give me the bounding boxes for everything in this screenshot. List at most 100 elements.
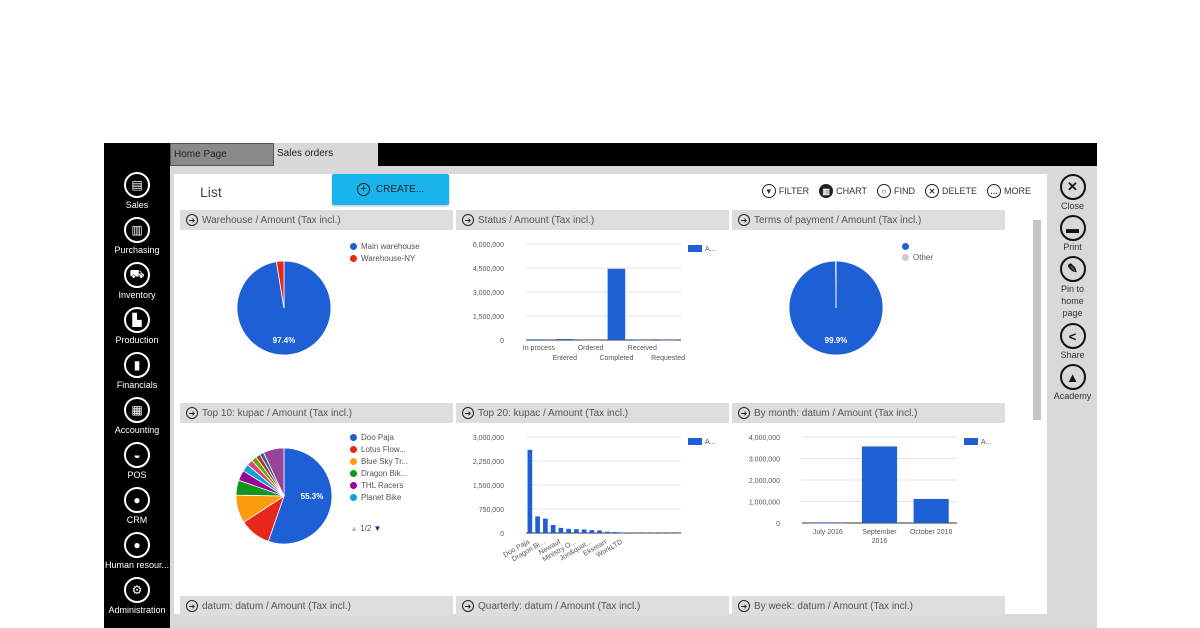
legend-item[interactable]: Lotus Flow...: [350, 445, 420, 454]
bar[interactable]: [550, 525, 556, 533]
panel-header[interactable]: ➔ Quarterly: datum / Amount (Tax incl.): [456, 596, 729, 616]
sidebar-item-inventory[interactable]: ⛟ Inventory: [104, 262, 170, 300]
bar[interactable]: [674, 532, 680, 534]
legend-label: Lotus Flow...: [361, 445, 406, 454]
legend-item[interactable]: Blue Sky Tr...: [350, 457, 420, 466]
arrow-right-icon[interactable]: ➔: [186, 407, 198, 419]
slice-label: 99.9%: [825, 336, 848, 345]
sidebar-item-label: Sales: [125, 200, 149, 210]
panel-header[interactable]: ➔ By week: datum / Amount (Tax incl.): [732, 596, 1005, 616]
panel-header[interactable]: ➔ datum: datum / Amount (Tax incl.): [180, 596, 453, 616]
legend-pager[interactable]: ▲ 1/2 ▼: [350, 524, 420, 533]
bar[interactable]: [530, 339, 548, 340]
bar[interactable]: [527, 449, 533, 533]
bar[interactable]: [651, 532, 657, 534]
scrollbar-thumb[interactable]: [1033, 220, 1041, 420]
y-tick-label: 1,500,000: [473, 314, 504, 321]
panel-header[interactable]: ➔ Top 20: kupac / Amount (Tax incl.): [456, 403, 729, 423]
close-button[interactable]: ✕ Close: [1048, 174, 1097, 211]
arrow-right-icon[interactable]: ➔: [738, 407, 750, 419]
bar[interactable]: [913, 498, 949, 523]
legend-item[interactable]: Main warehouse: [350, 242, 420, 251]
arrow-right-icon[interactable]: ➔: [462, 214, 474, 226]
bar[interactable]: [574, 529, 579, 533]
sidebar-item-pos[interactable]: ◒ POS: [104, 442, 170, 480]
arrow-right-icon[interactable]: ➔: [738, 214, 750, 226]
legend-item[interactable]: Other: [902, 253, 972, 262]
create-label: CREATE...: [375, 184, 425, 195]
panel-header[interactable]: ➔ By month: datum / Amount (Tax incl.): [732, 403, 1005, 423]
bar[interactable]: [659, 532, 664, 534]
legend-item[interactable]: Warehouse-NY: [350, 254, 420, 263]
legend-swatch: [350, 446, 357, 453]
x-tick-label: September: [862, 529, 897, 536]
panel-header[interactable]: ➔ Terms of payment / Amount (Tax incl.): [732, 210, 1005, 230]
bar[interactable]: [810, 523, 846, 524]
panel-header[interactable]: ➔ Status / Amount (Tax incl.): [456, 210, 729, 230]
bar[interactable]: [543, 518, 548, 533]
bar[interactable]: [607, 268, 626, 340]
sidebar-item-financials[interactable]: ▮ Financials: [104, 352, 170, 390]
legend-swatch: [350, 458, 357, 465]
sidebar-item-administration[interactable]: ⚙ Administration: [104, 577, 170, 615]
legend-item[interactable]: Planet Bike: [350, 493, 420, 502]
panel-title: Quarterly: datum / Amount (Tax incl.): [478, 600, 641, 612]
legend-item[interactable]: [902, 242, 972, 250]
legend-item[interactable]: Doo Paja: [350, 433, 420, 442]
chart-button[interactable]: ▥ CHART: [819, 184, 867, 198]
bar[interactable]: [861, 446, 898, 523]
tab-home-page[interactable]: Home Page: [170, 143, 274, 166]
sidebar-item-sales[interactable]: ▤ Sales: [104, 172, 170, 210]
bar[interactable]: [612, 532, 618, 533]
arrow-right-icon[interactable]: ➔: [462, 407, 474, 419]
arrow-right-icon[interactable]: ➔: [186, 600, 198, 612]
print-button[interactable]: ▬ Print: [1048, 215, 1097, 252]
human-resources-icon: ●: [124, 532, 150, 558]
sidebar-item-purchasing[interactable]: ▥ Purchasing: [104, 217, 170, 255]
bar[interactable]: [605, 531, 610, 533]
pin-button[interactable]: ✎ Pin to home page: [1048, 256, 1097, 319]
bar[interactable]: [589, 530, 595, 533]
arrow-right-icon[interactable]: ➔: [462, 600, 474, 612]
sidebar-item-crm[interactable]: ● CRM: [104, 487, 170, 525]
x-tick-label: Entered: [552, 355, 577, 362]
share-button[interactable]: < Share: [1048, 323, 1097, 360]
main-content: List + CREATE... ▼ FILTER ▥ CHART ○ FIND ✕ DELE…: [174, 174, 1047, 616]
panel-header[interactable]: ➔ Warehouse / Amount (Tax incl.): [180, 210, 453, 230]
legend-label: Other: [913, 253, 934, 262]
bar[interactable]: [659, 340, 677, 341]
panel-header[interactable]: ➔ Top 10: kupac / Amount (Tax incl.): [180, 403, 453, 423]
scrollbar[interactable]: [1032, 210, 1042, 610]
academy-button[interactable]: ▲ Academy: [1048, 364, 1097, 401]
bar[interactable]: [633, 340, 652, 341]
bar[interactable]: [667, 532, 672, 534]
bar[interactable]: [558, 527, 564, 533]
more-button[interactable]: … MORE: [987, 184, 1031, 198]
bar[interactable]: [581, 340, 600, 341]
bar[interactable]: [535, 516, 540, 533]
sidebar-item-human-resour[interactable]: ● Human resour...: [104, 532, 170, 570]
bar[interactable]: [581, 529, 587, 533]
sidebar-item-accounting[interactable]: ▦ Accounting: [104, 397, 170, 435]
tab-sales-orders[interactable]: Sales orders: [274, 143, 378, 166]
bar[interactable]: [643, 532, 649, 534]
bar[interactable]: [555, 339, 574, 340]
arrow-right-icon[interactable]: ➔: [738, 600, 750, 612]
sidebar: ▤ Sales ▥ Purchasing ⛟ Inventory ▙ Production ▮ F…: [104, 166, 170, 628]
filter-button[interactable]: ▼ FILTER: [761, 184, 809, 198]
bar[interactable]: [636, 532, 641, 534]
legend-item[interactable]: THL Racers: [350, 481, 420, 490]
bar[interactable]: [628, 532, 633, 534]
delete-button[interactable]: ✕ DELETE: [924, 184, 977, 198]
bar[interactable]: [620, 532, 626, 534]
find-button[interactable]: ○ FIND: [876, 184, 915, 198]
sidebar-item-production[interactable]: ▙ Production: [104, 307, 170, 345]
y-tick-label: 3,000,000: [473, 435, 504, 442]
arrow-right-icon[interactable]: ➔: [186, 214, 198, 226]
bar[interactable]: [566, 528, 571, 533]
create-button[interactable]: + CREATE...: [332, 174, 449, 205]
legend-swatch: [350, 470, 357, 477]
bar[interactable]: [597, 530, 602, 533]
print-icon: ▬: [1059, 215, 1086, 241]
legend-item[interactable]: Dragon Bik...: [350, 469, 420, 478]
